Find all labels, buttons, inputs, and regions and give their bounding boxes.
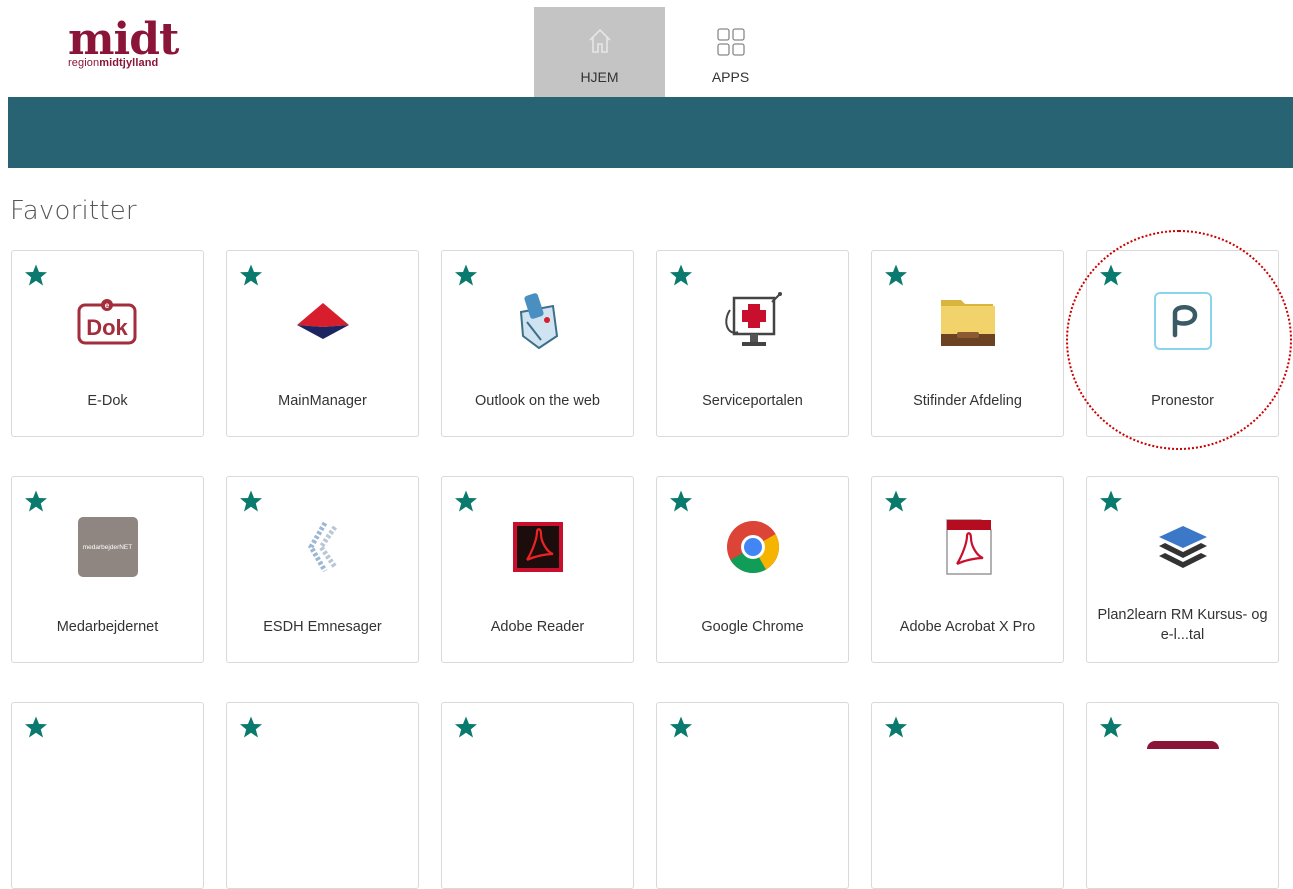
star-icon[interactable] xyxy=(1099,489,1123,513)
star-icon[interactable] xyxy=(1099,715,1123,739)
tile-label: Plan2learn RM Kursus- og e-l...tal xyxy=(1097,607,1268,643)
section-title: Favoritter xyxy=(10,196,137,226)
tile-label: Outlook on the web xyxy=(475,393,600,409)
app-tile[interactable] xyxy=(656,702,849,889)
apps-grid-icon xyxy=(716,27,746,57)
edok-icon: e Dok xyxy=(76,289,140,353)
app-tile[interactable] xyxy=(11,702,204,889)
app-tile-acrobat[interactable]: Adobe Acrobat X Pro xyxy=(871,476,1064,663)
star-icon[interactable] xyxy=(24,489,48,513)
star-icon[interactable] xyxy=(24,715,48,739)
star-icon[interactable] xyxy=(884,489,908,513)
app-tile-serviceportalen[interactable]: Serviceportalen xyxy=(656,250,849,437)
app-tile-chrome[interactable]: Google Chrome xyxy=(656,476,849,663)
pronestor-icon xyxy=(1151,289,1215,353)
tile-label: Adobe Reader xyxy=(490,619,585,635)
svg-text:e: e xyxy=(104,301,109,310)
nav-apps-label: APPS xyxy=(711,69,750,85)
star-icon[interactable] xyxy=(669,489,693,513)
tile-label: Pronestor xyxy=(1151,393,1214,409)
layers-icon xyxy=(1151,515,1215,579)
logo-sub-bold: midtjylland xyxy=(99,57,159,69)
tile-label: ESDH Emnesager xyxy=(263,619,382,635)
serviceportal-icon xyxy=(721,289,785,353)
app-tile[interactable] xyxy=(441,702,634,889)
star-icon[interactable] xyxy=(669,263,693,287)
medarbejdernet-icon: medarbejderNET xyxy=(76,515,140,579)
star-icon[interactable] xyxy=(1099,263,1123,287)
esdh-icon xyxy=(291,515,355,579)
app-tile[interactable] xyxy=(871,702,1064,889)
folder-icon xyxy=(936,289,1000,353)
star-icon[interactable] xyxy=(239,489,263,513)
logo-sub-prefix: region xyxy=(68,57,100,69)
tile-label: Adobe Acrobat X Pro xyxy=(899,619,1036,635)
logo[interactable]: midt regionmidtjylland xyxy=(68,14,179,70)
app-icon-partial xyxy=(1147,741,1219,749)
star-icon[interactable] xyxy=(239,263,263,287)
top-nav: HJEM APPS xyxy=(534,7,796,97)
tile-label: MainManager xyxy=(278,393,367,409)
app-tile-adobe-reader[interactable]: Adobe Reader xyxy=(441,476,634,663)
banner xyxy=(8,97,1293,168)
tile-label: E-Dok xyxy=(87,393,128,409)
app-tile-pronestor[interactable]: Pronestor xyxy=(1086,250,1279,437)
medarbejdernet-icon-text: medarbejderNET xyxy=(82,543,133,551)
adobe-reader-icon xyxy=(506,515,570,579)
app-tile-plan2learn[interactable]: Plan2learn RM Kursus- og e-l...tal xyxy=(1086,476,1279,663)
star-icon[interactable] xyxy=(454,489,478,513)
tile-label: Serviceportalen xyxy=(702,393,803,409)
header: midt regionmidtjylland HJEM APPS xyxy=(0,0,1293,97)
star-icon[interactable] xyxy=(454,263,478,287)
app-tile[interactable] xyxy=(226,702,419,889)
app-tile-mainmanager[interactable]: MainManager xyxy=(226,250,419,437)
star-icon[interactable] xyxy=(884,715,908,739)
home-icon xyxy=(587,27,613,57)
star-icon[interactable] xyxy=(24,263,48,287)
chrome-icon xyxy=(721,515,785,579)
app-tile-edok[interactable]: e Dok E-Dok xyxy=(11,250,204,437)
svg-text:Dok: Dok xyxy=(86,315,128,340)
tile-label: Medarbejdernet xyxy=(56,619,159,635)
star-icon[interactable] xyxy=(239,715,263,739)
nav-home-label: HJEM xyxy=(580,69,619,85)
app-tile-esdh[interactable]: ESDH Emnesager xyxy=(226,476,419,663)
app-tile-outlook[interactable]: Outlook on the web xyxy=(441,250,634,437)
app-tile[interactable] xyxy=(1086,702,1279,889)
acrobat-icon xyxy=(936,515,1000,579)
nav-home[interactable]: HJEM xyxy=(534,7,665,97)
star-icon[interactable] xyxy=(454,715,478,739)
tile-label: Google Chrome xyxy=(701,619,804,635)
app-tile-stifinder[interactable]: Stifinder Afdeling xyxy=(871,250,1064,437)
mainmanager-icon xyxy=(291,289,355,353)
tile-label: Stifinder Afdeling xyxy=(913,393,1022,409)
star-icon[interactable] xyxy=(884,263,908,287)
app-tile-medarbejdernet[interactable]: medarbejderNET Medarbejdernet xyxy=(11,476,204,663)
outlook-icon xyxy=(506,289,570,353)
logo-main-text: midt xyxy=(68,14,179,65)
nav-apps[interactable]: APPS xyxy=(665,7,796,97)
star-icon[interactable] xyxy=(669,715,693,739)
